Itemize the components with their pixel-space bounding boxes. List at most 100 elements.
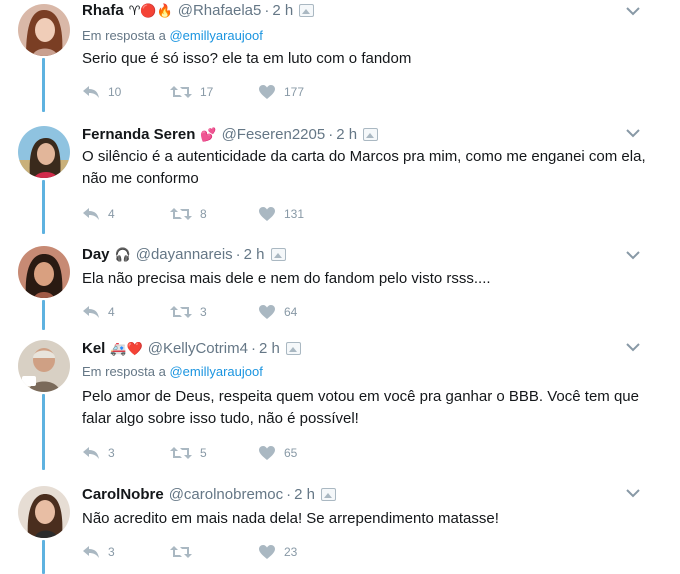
retweet-count: 17: [200, 85, 214, 99]
tweet-text: Pelo amor de Deus, respeita quem votou e…: [82, 388, 639, 427]
timestamp[interactable]: 2 h: [336, 126, 357, 143]
tweet[interactable]: CarolNobre @carolnobremoc · 2 h Não acre…: [0, 476, 680, 574]
separator: ·: [235, 246, 241, 263]
image-icon: [270, 248, 286, 261]
tweet[interactable]: Fernanda Seren 💕 @Feseren2205 · 2 h O si…: [0, 114, 680, 232]
tweet-text: O silêncio é a autenticidade da carta do…: [82, 148, 646, 187]
user-handle[interactable]: @Feseren2205: [222, 126, 326, 143]
timestamp[interactable]: 2 h: [272, 2, 293, 19]
like-count: 23: [284, 545, 298, 559]
like-button[interactable]: 65: [258, 445, 346, 461]
retweet-button[interactable]: 5: [170, 446, 258, 460]
tweet[interactable]: Day 🎧 @dayannareis · 2 h Ela não precisa…: [0, 234, 680, 330]
retweet-icon: [170, 305, 192, 319]
reply-mention-link[interactable]: @emillyaraujoof: [169, 364, 262, 379]
tweet-text: Ela não precisa mais dele e nem do fando…: [82, 270, 491, 287]
like-button[interactable]: 177: [258, 84, 346, 100]
avatar[interactable]: [18, 126, 70, 178]
chevron-down-icon[interactable]: [626, 342, 640, 352]
reply-button[interactable]: 4: [82, 207, 170, 221]
timestamp[interactable]: 2 h: [259, 340, 280, 357]
heart-icon: [258, 206, 276, 222]
avatar[interactable]: [18, 4, 70, 56]
heart-icon: [258, 544, 276, 560]
retweet-button[interactable]: [170, 545, 258, 559]
reply-context: Em resposta a @emillyaraujoof: [82, 364, 263, 379]
retweet-icon: [170, 207, 192, 221]
retweet-button[interactable]: 3: [170, 305, 258, 319]
reply-label: Em resposta a: [82, 364, 166, 379]
chevron-down-icon[interactable]: [626, 250, 640, 260]
display-name[interactable]: Fernanda Seren: [82, 126, 195, 143]
action-bar: 4 3 64: [82, 304, 346, 320]
chevron-down-icon[interactable]: [626, 128, 640, 138]
heart-icon: [258, 84, 276, 100]
reply-mention-link[interactable]: @emillyaraujoof: [169, 28, 262, 43]
retweet-count: 5: [200, 446, 207, 460]
name-emoji: 🎧: [114, 246, 131, 262]
separator: ·: [328, 126, 334, 143]
avatar[interactable]: [18, 340, 70, 392]
avatar[interactable]: [18, 486, 70, 538]
reply-icon: [82, 545, 100, 559]
reply-icon: [82, 85, 100, 99]
action-bar: 10 17 177: [82, 84, 346, 100]
display-name[interactable]: Rhafa: [82, 2, 124, 19]
retweet-button[interactable]: 8: [170, 207, 258, 221]
tweet-text: Não acredito em mais nada dela! Se arrep…: [82, 510, 499, 527]
like-button[interactable]: 64: [258, 304, 346, 320]
image-icon: [285, 342, 301, 355]
timestamp[interactable]: 2 h: [294, 486, 315, 503]
like-count: 177: [284, 85, 305, 99]
heart-icon: [258, 445, 276, 461]
name-emoji: 💕: [200, 126, 217, 142]
like-count: 65: [284, 446, 298, 460]
retweet-count: 3: [200, 305, 207, 319]
tweet[interactable]: Rhafa ♈🔴🔥 @Rhafaela5 · 2 h Em resposta a…: [0, 0, 680, 112]
like-count: 64: [284, 305, 298, 319]
user-handle[interactable]: @KellyCotrim4: [148, 340, 248, 357]
reply-icon: [82, 207, 100, 221]
tweet[interactable]: Kel 🚑❤️ @KellyCotrim4 · 2 h Em resposta …: [0, 330, 680, 470]
retweet-icon: [170, 85, 192, 99]
reply-count: 3: [108, 545, 115, 559]
reply-icon: [82, 446, 100, 460]
reply-icon: [82, 305, 100, 319]
like-button[interactable]: 23: [258, 544, 346, 560]
image-icon: [299, 4, 315, 17]
user-handle[interactable]: @Rhafaela5: [178, 2, 262, 19]
heart-icon: [258, 304, 276, 320]
display-name[interactable]: CarolNobre: [82, 486, 164, 503]
like-button[interactable]: 131: [258, 206, 346, 222]
separator: ·: [264, 2, 270, 19]
tweet-text: Serio que é só isso? ele ta em luto com …: [82, 50, 412, 67]
reply-context: Em resposta a @emillyaraujoof: [82, 28, 263, 43]
display-name[interactable]: Day: [82, 246, 110, 263]
action-bar: 3 5 65: [82, 445, 346, 461]
avatar[interactable]: [18, 246, 70, 298]
retweet-button[interactable]: 17: [170, 85, 258, 99]
image-icon: [363, 128, 379, 141]
retweet-icon: [170, 545, 192, 559]
user-handle[interactable]: @carolnobremoc: [169, 486, 283, 503]
retweet-icon: [170, 446, 192, 460]
reply-button[interactable]: 10: [82, 85, 170, 99]
action-bar: 3 23: [82, 544, 346, 560]
reply-button[interactable]: 3: [82, 545, 170, 559]
reply-button[interactable]: 4: [82, 305, 170, 319]
reply-count: 4: [108, 305, 115, 319]
user-handle[interactable]: @dayannareis: [136, 246, 233, 263]
chevron-down-icon[interactable]: [626, 488, 640, 498]
separator: ·: [286, 486, 292, 503]
reply-button[interactable]: 3: [82, 446, 170, 460]
timestamp[interactable]: 2 h: [244, 246, 265, 263]
reply-label: Em resposta a: [82, 28, 166, 43]
chevron-down-icon[interactable]: [626, 6, 640, 16]
reply-count: 3: [108, 446, 115, 460]
separator: ·: [250, 340, 256, 357]
like-count: 131: [284, 207, 305, 221]
reply-count: 10: [108, 85, 122, 99]
action-bar: 4 8 131: [82, 206, 346, 222]
name-emoji: ♈🔴🔥: [128, 2, 173, 18]
display-name[interactable]: Kel: [82, 340, 105, 357]
